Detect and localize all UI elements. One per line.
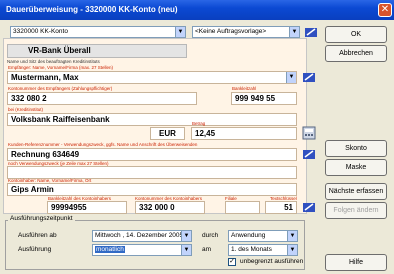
on-label: am xyxy=(202,246,212,253)
mask-button[interactable]: Maske xyxy=(325,159,387,176)
help-button[interactable]: Hilfe xyxy=(325,254,387,271)
bank-caption: Name und Sitz des beauftragten Kreditins… xyxy=(7,59,100,64)
account-label: Kontonummer des Empfängers (Zahlungspfli… xyxy=(8,86,113,91)
calculator-icon[interactable] xyxy=(302,126,316,140)
bank-code-field[interactable]: 999 949 55 xyxy=(231,92,297,105)
start-date-select[interactable]: Mittwoch , 14. Dezember 2005 ▼ xyxy=(92,230,192,242)
start-date-value: Mittwoch , 14. Dezember 2005 xyxy=(95,232,184,239)
account-select-value: 3320000 KK-Konto xyxy=(13,28,68,35)
text-key-field[interactable]: 51 xyxy=(265,201,297,214)
recipient-label: Empfänger: Name, Vorname/Firma (max. 27 … xyxy=(8,65,114,70)
skonto-button[interactable]: Skonto xyxy=(325,140,387,157)
reference-label: Kunden-Referenznummer - Verwendungszweck… xyxy=(8,142,198,147)
chevron-down-icon[interactable]: ▼ xyxy=(286,72,296,83)
chevron-down-icon[interactable]: ▼ xyxy=(181,231,191,241)
ok-button[interactable]: OK xyxy=(325,26,387,43)
chevron-down-icon[interactable]: ▼ xyxy=(289,27,299,37)
change-sequence-button[interactable]: Folgen ändern xyxy=(325,202,387,219)
sender-account-field[interactable]: 332 000 0 xyxy=(135,201,205,214)
template-select[interactable]: <Keine Auftragsvorlage> ▼ xyxy=(192,26,300,38)
window-title-bar: Dauerüberweisung - 3320000 KK-Konto (neu… xyxy=(0,0,394,20)
close-icon: ✕ xyxy=(380,4,390,15)
by-select[interactable]: Anwendung ▼ xyxy=(228,230,298,242)
edit-reference-icon[interactable] xyxy=(302,147,316,161)
edit-template-icon[interactable] xyxy=(304,25,318,39)
bank-code-label: Bankleitzahl xyxy=(232,86,257,91)
cancel-button[interactable]: Abbrechen xyxy=(325,45,387,62)
address-book-icon[interactable] xyxy=(302,70,316,84)
next-entry-button[interactable]: Nächste erfassen xyxy=(325,183,387,200)
bank-name: VR-Bank Überall xyxy=(7,44,187,58)
chevron-down-icon[interactable]: ▼ xyxy=(287,245,297,255)
at-bank-field[interactable]: Volksbank Raiffeisenbank xyxy=(7,113,297,126)
frequency-value: monatlich xyxy=(95,246,125,253)
checkmark-icon: ✓ xyxy=(229,258,235,265)
recipient-field[interactable]: Mustermann, Max ▼ xyxy=(7,71,297,84)
sender-bank-code-field[interactable]: 99994955 xyxy=(47,201,127,214)
account-number-field[interactable]: 332 080 2 xyxy=(7,92,197,105)
by-label: durch xyxy=(202,232,219,239)
by-value: Anwendung xyxy=(231,232,266,239)
amount-field[interactable]: 12,45 xyxy=(191,127,297,140)
from-label: Ausführen ab xyxy=(18,232,57,239)
close-button[interactable]: ✕ xyxy=(378,3,392,17)
frequency-label: Ausführung xyxy=(18,246,52,253)
recipient-value: Mustermann, Max xyxy=(11,73,79,82)
chevron-down-icon[interactable]: ▼ xyxy=(175,27,185,37)
schedule-title: Ausführungszeitpunkt xyxy=(8,215,75,222)
day-value: 1. des Monats xyxy=(231,246,272,253)
at-bank-label: bei (Kreditinstitut) xyxy=(8,107,44,112)
template-select-value: <Keine Auftragsvorlage> xyxy=(195,28,267,35)
window-title: Dauerüberweisung - 3320000 KK-Konto (neu… xyxy=(6,5,178,14)
chevron-down-icon[interactable]: ▼ xyxy=(181,245,191,255)
sender-field[interactable]: Gips Armin xyxy=(7,183,297,196)
reference-field[interactable]: Rechnung 634649 xyxy=(7,148,297,161)
amount-label: Betrag xyxy=(192,121,206,126)
currency-field[interactable]: EUR xyxy=(150,127,185,140)
unlimited-checkbox[interactable]: ✓ xyxy=(228,258,236,266)
unlimited-label: unbegrenzt ausführen xyxy=(240,258,304,265)
chevron-down-icon[interactable]: ▼ xyxy=(287,231,297,241)
account-select[interactable]: 3320000 KK-Konto ▼ xyxy=(10,26,186,38)
edit-text-key-icon[interactable] xyxy=(302,200,316,214)
frequency-select[interactable]: monatlich ▼ xyxy=(92,244,192,256)
branch-field[interactable] xyxy=(225,201,260,214)
day-select[interactable]: 1. des Monats ▼ xyxy=(228,244,298,256)
